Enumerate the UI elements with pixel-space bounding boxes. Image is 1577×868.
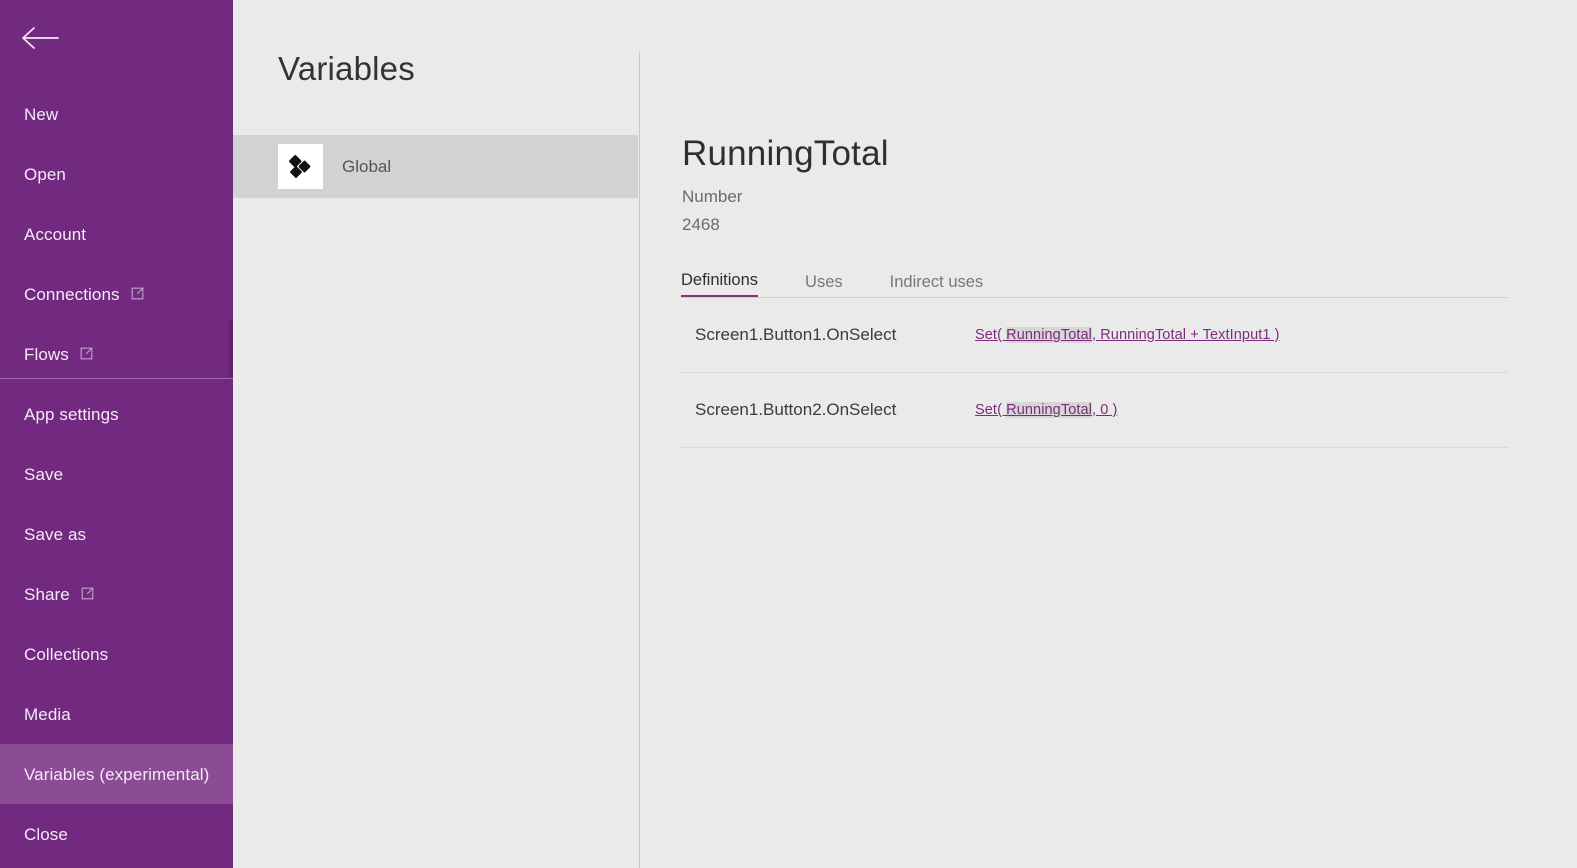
sidebar-separator: [0, 378, 233, 379]
tab-uses[interactable]: Uses: [805, 273, 843, 298]
formula-suffix: , RunningTotal + TextInput1 ): [1091, 327, 1280, 343]
variable-type: Number: [682, 187, 743, 206]
sidebar-item-label: Open: [24, 164, 66, 184]
app-root: New Open Account Connections Flows App settin…: [0, 0, 1577, 868]
detail-tabs: Definitions Uses Indirect uses: [681, 269, 1030, 297]
variable-detail-pane: RunningTotal Number 2468 Definitions Uses…: [640, 0, 1577, 868]
sidebar-item-label: Save: [24, 464, 64, 484]
tab-definitions[interactable]: Definitions: [681, 271, 759, 297]
sidebar-item-label: App settings: [24, 404, 119, 424]
external-link-icon: [80, 347, 93, 360]
table-row: Screen1.Button1.OnSelect Set( RunningTota…: [681, 298, 1508, 373]
sidebar-item-collections[interactable]: Collections: [0, 624, 233, 684]
variables-scope-list: Global: [233, 135, 638, 198]
left-sidebar: New Open Account Connections Flows App settin…: [0, 0, 233, 868]
list-item-label: Global: [342, 156, 392, 176]
formula-prefix: Set(: [975, 402, 1007, 418]
sidebar-item-label: Save as: [24, 524, 87, 544]
formula-variable-highlight: RunningTotal: [1006, 327, 1092, 343]
variables-list-pane: Variables Global: [233, 0, 640, 868]
page-title: Variables: [278, 50, 415, 87]
sidebar-item-app-settings[interactable]: App settings: [0, 384, 233, 444]
sidebar-item-close[interactable]: Close: [0, 804, 233, 864]
sidebar-item-new[interactable]: New: [0, 84, 233, 144]
external-link-icon: [131, 287, 144, 300]
formula-variable-highlight: RunningTotal: [1006, 402, 1092, 418]
back-arrow-icon: [20, 25, 60, 51]
diamonds-icon: [278, 144, 323, 189]
sidebar-item-save-as[interactable]: Save as: [0, 504, 233, 564]
sidebar-item-label: Flows: [24, 344, 69, 364]
definition-target: Screen1.Button2.OnSelect: [695, 400, 897, 419]
sidebar-item-save[interactable]: Save: [0, 444, 233, 504]
sidebar-item-flows[interactable]: Flows: [0, 324, 233, 384]
sidebar-item-share[interactable]: Share: [0, 564, 233, 624]
variable-value: 2468: [682, 215, 720, 234]
sidebar-item-media[interactable]: Media: [0, 684, 233, 744]
external-link-icon: [81, 587, 94, 600]
sidebar-nav: New Open Account Connections Flows App settin…: [0, 84, 233, 864]
tab-indirect-uses[interactable]: Indirect uses: [890, 273, 984, 298]
sidebar-item-open[interactable]: Open: [0, 144, 233, 204]
definition-target: Screen1.Button1.OnSelect: [695, 325, 897, 344]
sidebar-item-label: Collections: [24, 644, 109, 664]
sidebar-item-account[interactable]: Account: [0, 204, 233, 264]
sidebar-item-variables-experimental[interactable]: Variables (experimental): [0, 744, 233, 804]
sidebar-item-connections[interactable]: Connections: [0, 264, 233, 324]
sidebar-item-label: Variables (experimental): [24, 764, 210, 784]
sidebar-item-label: Close: [24, 824, 68, 844]
variable-name: RunningTotal: [682, 134, 889, 173]
definition-formula-link[interactable]: Set( RunningTotal, RunningTotal + TextIn…: [975, 327, 1280, 343]
definitions-table: Screen1.Button1.OnSelect Set( RunningTota…: [681, 298, 1508, 448]
formula-prefix: Set(: [975, 327, 1007, 343]
formula-suffix: , 0 ): [1091, 402, 1118, 418]
list-item-global[interactable]: Global: [233, 135, 638, 198]
sidebar-item-label: Share: [24, 584, 70, 604]
sidebar-item-label: Media: [24, 704, 71, 724]
definition-formula-link[interactable]: Set( RunningTotal, 0 ): [975, 402, 1117, 418]
sidebar-item-label: Connections: [24, 284, 120, 304]
table-row: Screen1.Button2.OnSelect Set( RunningTota…: [681, 373, 1508, 448]
sidebar-item-label: Account: [24, 224, 87, 244]
sidebar-item-label: New: [24, 104, 59, 124]
back-button[interactable]: [14, 14, 66, 62]
